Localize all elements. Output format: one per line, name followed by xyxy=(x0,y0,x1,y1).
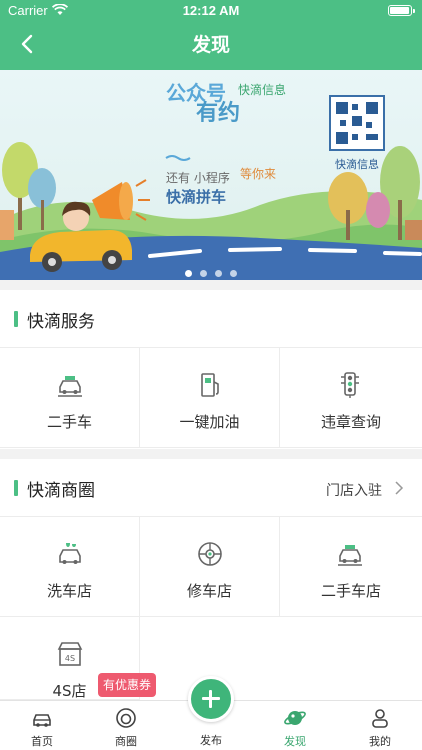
tab-label: 发布 xyxy=(200,734,222,747)
status-bar: Carrier 12:12 AM xyxy=(0,0,422,22)
shop-repair[interactable]: 修车店 xyxy=(140,517,280,617)
svg-text:4S: 4S xyxy=(65,654,75,663)
tab-circle[interactable]: 商圈 xyxy=(84,701,168,750)
pager-dot[interactable] xyxy=(230,270,237,277)
profile-icon xyxy=(372,709,388,728)
home-car-icon xyxy=(33,714,51,727)
services-title: 快滴服务 xyxy=(27,312,95,332)
promo-banner[interactable]: 公众号 有约 快滴信息 还有 小程序 快滴拼车 等你来 快滴信息 xyxy=(0,70,422,280)
tab-home[interactable]: 首页 xyxy=(0,701,84,750)
banner-text-vertical: 快滴信息 xyxy=(238,82,286,97)
planet-icon xyxy=(284,711,306,725)
4s-store-icon: 4S xyxy=(57,642,83,666)
page-title: 发现 xyxy=(191,34,230,56)
tab-discover[interactable]: 发现 xyxy=(253,701,337,750)
app-root: Carrier 12:12 AM 发现 公众号 有约 快滴信息 还有 小程序 快… xyxy=(0,0,422,750)
service-label: 违章查询 xyxy=(320,413,381,431)
header-bar: Carrier 12:12 AM 发现 xyxy=(0,0,422,70)
used-car-icon xyxy=(58,376,82,397)
shop-label: 二手车店 xyxy=(320,582,381,600)
shop-used-car[interactable]: 二手车店 xyxy=(280,517,422,617)
repair-icon xyxy=(198,542,222,566)
service-label: 二手车 xyxy=(46,413,92,431)
banner-text-carpool: 快滴拼车 xyxy=(166,188,226,206)
service-gas[interactable]: 一键加油 xyxy=(140,348,280,448)
pager-dot[interactable] xyxy=(185,270,192,277)
service-label: 一键加油 xyxy=(179,413,240,431)
shops-title: 快滴商圈 xyxy=(27,481,95,501)
tab-label: 我的 xyxy=(369,735,391,748)
coupon-badge[interactable]: 有优惠券 xyxy=(98,673,156,697)
banner-illustration: 公众号 有约 快滴信息 还有 小程序 快滴拼车 等你来 快滴信息 xyxy=(0,70,422,280)
circle-icon xyxy=(116,708,136,728)
publish-plus-button[interactable] xyxy=(188,676,234,722)
traffic-light-icon xyxy=(341,372,359,398)
banner-pager xyxy=(0,262,422,281)
services-section: 快滴服务 二手车 一键加油 违章查询 xyxy=(0,290,422,449)
service-violation[interactable]: 违章查询 xyxy=(280,348,422,448)
clock: 12:12 AM xyxy=(182,3,240,18)
car-wash-icon xyxy=(59,543,81,564)
services-header: 快滴服务 xyxy=(0,290,422,348)
tab-label: 发现 xyxy=(284,735,306,748)
service-used-car[interactable]: 二手车 xyxy=(0,348,140,448)
shops-header: 快滴商圈 门店入驻 xyxy=(0,459,422,517)
section-accent-bar xyxy=(14,480,18,496)
pager-dot[interactable] xyxy=(200,270,207,277)
pager-dot[interactable] xyxy=(215,270,222,277)
qr-label: 快滴信息 xyxy=(335,157,379,171)
tab-label: 商圈 xyxy=(115,735,137,748)
battery-icon xyxy=(388,5,415,16)
tab-label: 首页 xyxy=(31,735,53,748)
chevron-right-icon[interactable] xyxy=(394,481,404,495)
shop-car-wash[interactable]: 洗车店 xyxy=(0,517,140,617)
banner-text-2: 有约 xyxy=(196,100,240,126)
store-join-link[interactable]: 门店入驻 xyxy=(326,480,382,500)
shop-label: 修车店 xyxy=(186,582,232,600)
shop-label: 洗车店 xyxy=(46,582,92,600)
used-car-icon xyxy=(338,545,362,566)
banner-text-small: 还有 小程序 xyxy=(166,170,230,185)
tab-mine[interactable]: 我的 xyxy=(338,701,422,750)
shops-section: 快滴商圈 门店入驻 洗车店 修车店 二手车店 4S 4S店 xyxy=(0,459,422,700)
banner-text-waiting: 等你来 xyxy=(240,167,276,181)
gas-pump-icon xyxy=(201,373,219,397)
section-accent-bar xyxy=(14,311,18,327)
